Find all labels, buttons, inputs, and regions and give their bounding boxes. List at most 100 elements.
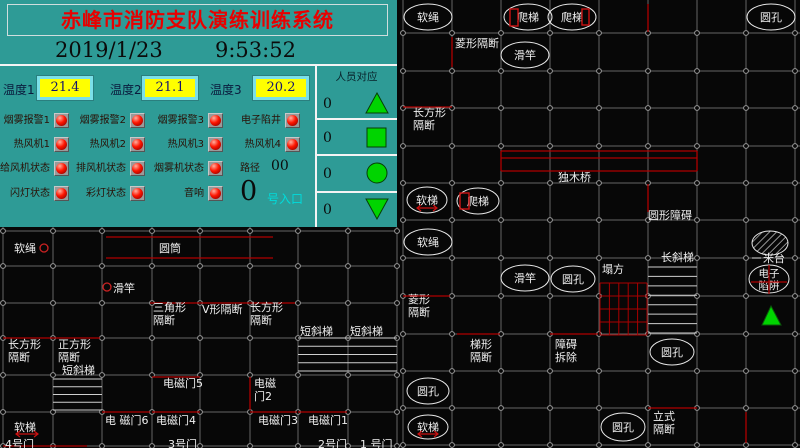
- obstacle-marker: 滑竿: [501, 42, 549, 68]
- triangle-up-icon: [365, 92, 389, 114]
- grid-label: 隔断: [58, 350, 80, 364]
- red-dot-icon: [103, 283, 111, 291]
- status-label: 热风机3: [120, 138, 204, 152]
- training-system-screen: 软绳爬梯爬梯圆孔菱形隔断滑竿长方形隔断独木桥圆形障碍软梯爬梯软绳滑竿圆孔塌方长斜…: [0, 0, 800, 448]
- led-ball-icon: [210, 163, 221, 174]
- grid-label: 梯形: [470, 338, 492, 351]
- grid-label: 短斜梯: [300, 324, 333, 338]
- entrance-count: 0: [240, 176, 257, 207]
- grid-label: 圆形障碍: [648, 208, 692, 222]
- grid-label: 菱形隔断: [455, 36, 499, 50]
- grid-label: 电磁门3: [258, 413, 298, 427]
- grid-label: 2号门: [318, 437, 347, 448]
- red-bracket: [582, 9, 589, 25]
- grid-label: 圆筒: [159, 241, 181, 255]
- ladder-pattern: [53, 379, 102, 410]
- personnel-title: 人员对应: [316, 69, 397, 84]
- obstacle-label: 爬梯: [517, 11, 539, 24]
- entrance-label: 号入口: [267, 190, 303, 207]
- obstacle-marker: 滑竿: [501, 265, 549, 291]
- obstacle-marker: 软绳: [404, 229, 452, 255]
- grid-label: 软绳: [14, 241, 36, 255]
- grid-label: 短斜梯: [62, 363, 95, 377]
- obstacle-marker: 爬梯: [548, 4, 596, 30]
- status-label: 热风机2: [42, 138, 126, 152]
- obstacle-marker: 圆孔: [650, 339, 694, 365]
- grid-label: 电磁: [254, 377, 276, 390]
- status-led-indicator[interactable]: [285, 113, 300, 128]
- obstacle-marker: 圆孔: [747, 4, 795, 30]
- status-label: 电子陷井: [197, 114, 281, 128]
- grid-label: 独木桥: [558, 171, 591, 184]
- grid-label: 3号门: [168, 437, 197, 448]
- ladder-pattern: [348, 338, 397, 371]
- status-led-indicator[interactable]: [208, 186, 223, 201]
- square-icon: [365, 126, 389, 148]
- grid-label: 软梯: [14, 420, 36, 434]
- obstacle-label: 圆孔: [661, 346, 683, 359]
- led-ball-icon: [287, 139, 298, 150]
- obstacle-label: 爬梯: [467, 195, 489, 208]
- obstacle-label: 圆孔: [760, 11, 782, 24]
- grid-label: 长方形: [250, 300, 283, 314]
- obstacle-label: 滑竿: [514, 271, 536, 285]
- grid-label: 隔断: [153, 313, 175, 327]
- personnel-count: 0: [323, 202, 332, 218]
- path-value: 00: [271, 158, 289, 174]
- personnel-count: 0: [323, 96, 332, 112]
- grid-label: 隔断: [653, 422, 675, 436]
- grid-label: 电磁门1: [308, 413, 348, 427]
- status-led-indicator[interactable]: [208, 161, 223, 176]
- grid-label: 正方形: [58, 337, 91, 351]
- obstacle-marker: 爬梯: [504, 4, 552, 30]
- personnel-count: 0: [323, 130, 332, 146]
- status-label: 烟雾报警3: [120, 114, 204, 128]
- obstacle-label: 软绳: [417, 235, 439, 249]
- grid-label: 门2: [254, 389, 272, 403]
- triangle-down-icon: [365, 198, 389, 220]
- personnel-separator: [316, 154, 397, 156]
- obstacle-marker: 圆孔: [551, 266, 595, 292]
- grid-label: 三角形: [153, 301, 186, 314]
- grid-label: 拆除: [555, 350, 577, 364]
- grid-label: 电 磁门6: [105, 413, 149, 427]
- grid-lines: [400, 0, 800, 448]
- obstacle-label: 圆孔: [417, 385, 439, 398]
- grid-label: 长斜梯: [661, 251, 694, 264]
- status-label: 彩灯状态: [42, 187, 126, 201]
- led-ball-icon: [287, 115, 298, 126]
- grid-label: 1 号门: [360, 437, 393, 448]
- grid-label: 短斜梯: [350, 324, 383, 338]
- control-panel: 赤峰市消防支队演练训练系统 2019/1/23 9:53:52 温度121.4温…: [0, 0, 397, 227]
- personnel-count: 0: [323, 166, 332, 182]
- green-triangle-icon: [762, 306, 781, 325]
- grid-label: 长方形: [8, 337, 41, 351]
- personnel-separator: [316, 191, 397, 193]
- led-ball-icon: [210, 188, 221, 199]
- status-label: 音响: [120, 187, 204, 201]
- grid-label: 隔断: [250, 313, 272, 327]
- obstacle-label: 软绳: [417, 10, 439, 24]
- grid-label: 障碍: [555, 337, 577, 351]
- status-led-indicator[interactable]: [285, 137, 300, 152]
- grid-label: 菱形: [408, 293, 430, 306]
- collapse-mesh: [600, 283, 647, 335]
- obstacle-marker: 圆孔: [407, 378, 449, 404]
- personnel-panel: 人员对应 0 0 0 0: [316, 64, 397, 227]
- grid-label: 滑竿: [113, 281, 135, 295]
- status-label: 热风机4: [197, 138, 281, 152]
- obstacle-marker: 圆孔: [601, 413, 645, 441]
- path-label: 路径: [240, 162, 266, 176]
- grid-label: 电磁门4: [156, 413, 196, 427]
- ladder-pattern: [648, 267, 697, 333]
- status-label: 烟雾机状态: [120, 162, 204, 176]
- obstacle-label: 圆孔: [612, 421, 634, 434]
- grid-label: 米台: [763, 251, 785, 265]
- obstacle-label: 滑竿: [514, 48, 536, 62]
- grid-label: 塌方: [602, 262, 624, 276]
- obstacle-marker: 软绳: [404, 4, 452, 30]
- obstacle-label: 爬梯: [561, 11, 583, 24]
- grid-label: V形隔断: [202, 302, 243, 316]
- obstacle-marker: 软梯: [408, 415, 448, 439]
- ladder-pattern: [298, 338, 348, 371]
